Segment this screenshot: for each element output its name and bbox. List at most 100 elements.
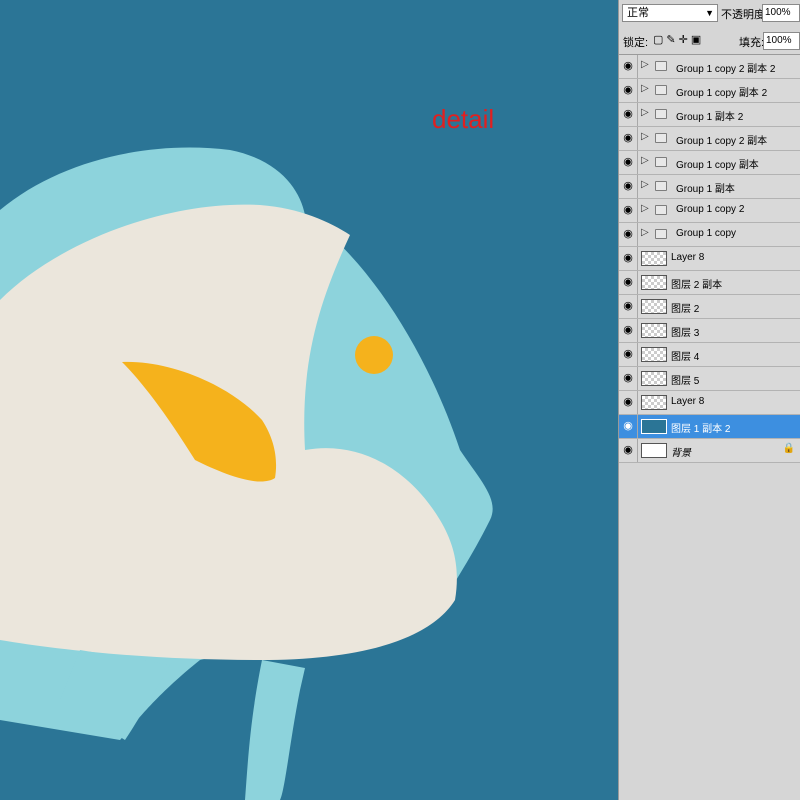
expand-triangle-icon[interactable]: ▷ [641,179,649,190]
layer-row[interactable]: ◉ ▷ Group 1 copy 副本 2 [619,79,800,103]
lock-all-icon[interactable]: ▣ [691,34,704,46]
layer-thumbnail [641,419,667,434]
lock-position-icon[interactable]: ✛ [679,34,691,46]
layer-thumbnail [641,371,667,386]
divider [637,151,638,174]
layer-name[interactable]: Group 1 副本 2 [676,108,743,123]
lock-pixels-icon[interactable]: ✎ [666,34,678,46]
folder-icon [655,133,667,143]
divider [637,223,638,246]
layer-name[interactable]: 图层 2 [671,300,699,315]
fill-input[interactable]: 100% [763,32,800,50]
visibility-eye-icon[interactable]: ◉ [622,300,634,312]
divider [637,415,638,438]
visibility-eye-icon[interactable]: ◉ [622,396,634,408]
visibility-eye-icon[interactable]: ◉ [622,180,634,192]
layer-thumbnail [641,347,667,362]
folder-icon [655,157,667,167]
layer-name[interactable]: 背景 [671,444,691,459]
layer-name[interactable]: Group 1 copy 副本 2 [676,84,767,99]
expand-triangle-icon[interactable]: ▷ [641,203,649,214]
expand-triangle-icon[interactable]: ▷ [641,83,649,94]
expand-triangle-icon[interactable]: ▷ [641,155,649,166]
layer-thumbnail [641,275,667,290]
layer-name[interactable]: 图层 3 [671,324,699,339]
layer-row[interactable]: ◉ 图层 2 [619,295,800,319]
visibility-eye-icon[interactable]: ◉ [622,228,634,240]
layer-row[interactable]: ◉ 图层 2 副本 [619,271,800,295]
visibility-eye-icon[interactable]: ◉ [622,444,634,456]
visibility-eye-icon[interactable]: ◉ [622,252,634,264]
divider [637,55,638,78]
divider [637,103,638,126]
layer-row[interactable]: ◉ 图层 3 [619,319,800,343]
opacity-input[interactable]: 100% [762,4,800,22]
layer-name[interactable]: 图层 4 [671,348,699,363]
folder-icon [655,205,667,215]
layer-name[interactable]: Group 1 copy 2 副本 [676,132,767,147]
layer-name[interactable]: Group 1 副本 [676,180,735,195]
layer-name[interactable]: 图层 5 [671,372,699,387]
folder-icon [655,85,667,95]
layer-row[interactable]: ◉ ▷ Group 1 副本 [619,175,800,199]
visibility-eye-icon[interactable]: ◉ [622,372,634,384]
layer-row[interactable]: ◉ 图层 4 [619,343,800,367]
visibility-eye-icon[interactable]: ◉ [622,204,634,216]
layer-row[interactable]: ◉ 背景 🔒 [619,439,800,463]
layer-row[interactable]: ◉ ▷ Group 1 副本 2 [619,103,800,127]
layer-name[interactable]: Group 1 copy 2 副本 2 [676,60,776,75]
lock-label: 锁定: [623,37,649,49]
layer-name[interactable]: Group 1 copy 2 [676,204,744,215]
visibility-eye-icon[interactable]: ◉ [622,324,634,336]
divider [637,439,638,462]
layer-row[interactable]: ◉ ▷ Group 1 copy 2 [619,199,800,223]
layer-row[interactable]: ◉ ▷ Group 1 copy [619,223,800,247]
layer-row[interactable]: ◉ 图层 1 副本 2 [619,415,800,439]
expand-triangle-icon[interactable]: ▷ [641,131,649,142]
layer-name[interactable]: 图层 2 副本 [671,276,722,291]
layer-name[interactable]: 图层 1 副本 2 [671,420,730,435]
fill-label: 填充: [739,37,765,49]
visibility-eye-icon[interactable]: ◉ [622,348,634,360]
folder-icon [655,109,667,119]
layer-thumbnail [641,443,667,458]
document-canvas[interactable]: detail [0,0,618,800]
visibility-eye-icon[interactable]: ◉ [622,60,634,72]
layers-panel: 正常 ▼ 不透明度: 100% 锁定: ▢✎✛▣ 填充: 100% ◉ ▷ Grou… [618,0,800,800]
visibility-eye-icon[interactable]: ◉ [622,84,634,96]
layer-name[interactable]: Layer 8 [671,396,704,407]
visibility-eye-icon[interactable]: ◉ [622,108,634,120]
layer-row[interactable]: ◉ ▷ Group 1 copy 副本 [619,151,800,175]
divider [637,127,638,150]
blend-mode-value: 正常 [627,7,649,19]
fish-eye [355,336,393,374]
expand-triangle-icon[interactable]: ▷ [641,227,649,238]
visibility-eye-icon[interactable]: ◉ [622,420,634,432]
folder-icon [655,61,667,71]
folder-icon [655,181,667,191]
layer-row[interactable]: ◉ Layer 8 [619,391,800,415]
layer-row[interactable]: ◉ ▷ Group 1 copy 2 副本 [619,127,800,151]
visibility-eye-icon[interactable]: ◉ [622,132,634,144]
divider [637,199,638,222]
lock-fill-row: 锁定: ▢✎✛▣ 填充: 100% [619,30,800,52]
lock-transparency-icon[interactable]: ▢ [653,34,666,46]
blend-mode-select[interactable]: 正常 ▼ [622,4,718,22]
divider [637,295,638,318]
layer-name[interactable]: Group 1 copy 副本 [676,156,759,171]
layer-name[interactable]: Layer 8 [671,252,704,263]
divider [637,391,638,414]
folder-icon [655,229,667,239]
layer-thumbnail [641,251,667,266]
divider [637,247,638,270]
lock-options[interactable]: ▢✎✛▣ [653,33,704,46]
expand-triangle-icon[interactable]: ▷ [641,59,649,70]
layer-row[interactable]: ◉ Layer 8 [619,247,800,271]
layer-thumbnail [641,395,667,410]
expand-triangle-icon[interactable]: ▷ [641,107,649,118]
layer-name[interactable]: Group 1 copy [676,228,736,239]
layer-row[interactable]: ◉ ▷ Group 1 copy 2 副本 2 [619,55,800,79]
layer-row[interactable]: ◉ 图层 5 [619,367,800,391]
visibility-eye-icon[interactable]: ◉ [622,276,634,288]
visibility-eye-icon[interactable]: ◉ [622,156,634,168]
